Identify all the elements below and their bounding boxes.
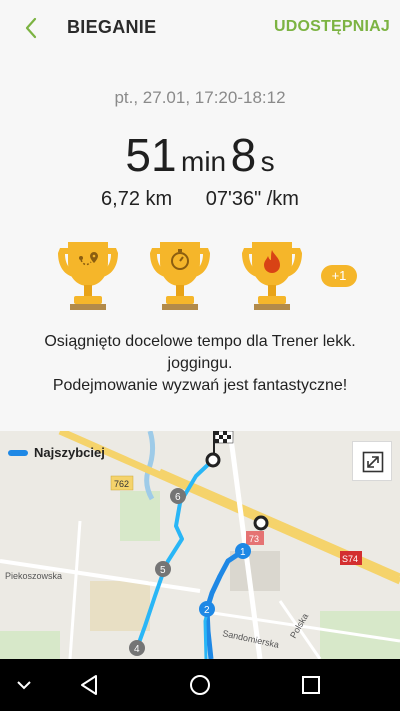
app-bar: BIEGANIE UDOSTĘPNIAJ xyxy=(0,0,400,56)
home-circle-icon[interactable] xyxy=(186,671,214,699)
street-label-sandomierska: Sandomierska xyxy=(222,628,280,650)
message-line-1: Osiągnięto docelowe tempo dla Trener lek… xyxy=(44,333,356,372)
achievement-message: Osiągnięto docelowe tempo dla Trener lek… xyxy=(20,331,380,397)
legend-swatch xyxy=(8,449,28,456)
map-canvas: Piekoszowska Sandomierska Polska 762 73 … xyxy=(0,431,400,659)
route-marker-5: 5 xyxy=(160,565,166,576)
duration-minutes: 51 xyxy=(125,129,177,181)
route-map[interactable]: Piekoszowska Sandomierska Polska 762 73 … xyxy=(0,431,400,659)
road-badge-762: 762 xyxy=(114,479,129,489)
route-marker-6: 6 xyxy=(175,492,181,503)
legend-label: Najszybciej xyxy=(34,445,105,460)
workout-stats: 6,72 km 07'36" /km xyxy=(0,188,400,211)
flame-trophy-icon[interactable] xyxy=(236,238,308,314)
map-legend: Najszybciej xyxy=(8,445,105,460)
route-marker-4: 4 xyxy=(134,644,140,655)
workout-datetime: pt., 27.01, 17:20-18:12 xyxy=(114,88,286,107)
page-title: BIEGANIE xyxy=(67,17,157,37)
road-badge-s74: S74 xyxy=(342,554,358,564)
back-button[interactable] xyxy=(18,14,46,42)
extra-achievements-badge[interactable]: +1 xyxy=(321,265,357,287)
route-start-marker xyxy=(253,515,269,531)
chevron-left-icon xyxy=(25,17,37,39)
street-label-piekoszowska: Piekoszowska xyxy=(5,571,62,581)
system-nav-bar xyxy=(0,659,400,711)
route-trophy-icon[interactable] xyxy=(52,238,124,314)
recents-square-icon[interactable] xyxy=(297,671,325,699)
route-marker-1: 1 xyxy=(240,547,246,558)
share-button[interactable]: UDOSTĘPNIAJ xyxy=(274,18,390,36)
expand-map-button[interactable] xyxy=(352,441,392,481)
pace-value: 07'36" /km xyxy=(205,188,299,210)
expand-icon xyxy=(362,451,384,473)
back-triangle-icon[interactable] xyxy=(76,671,104,699)
message-line-2: Podejmowanie wyzwań jest fantastyczne! xyxy=(52,377,348,394)
road-badge-73: 73 xyxy=(249,534,259,544)
chevron-down-icon[interactable] xyxy=(10,671,38,699)
route-marker-2: 2 xyxy=(204,605,210,616)
duration-seconds: 8 xyxy=(230,129,257,181)
distance-value: 6,72 km xyxy=(101,188,173,210)
stopwatch-trophy-icon[interactable] xyxy=(144,238,216,314)
route-end-marker xyxy=(205,452,221,468)
workout-duration: 51 min 8 s xyxy=(0,128,400,182)
duration-seconds-unit: s xyxy=(260,146,275,177)
duration-minutes-unit: min xyxy=(181,146,227,177)
